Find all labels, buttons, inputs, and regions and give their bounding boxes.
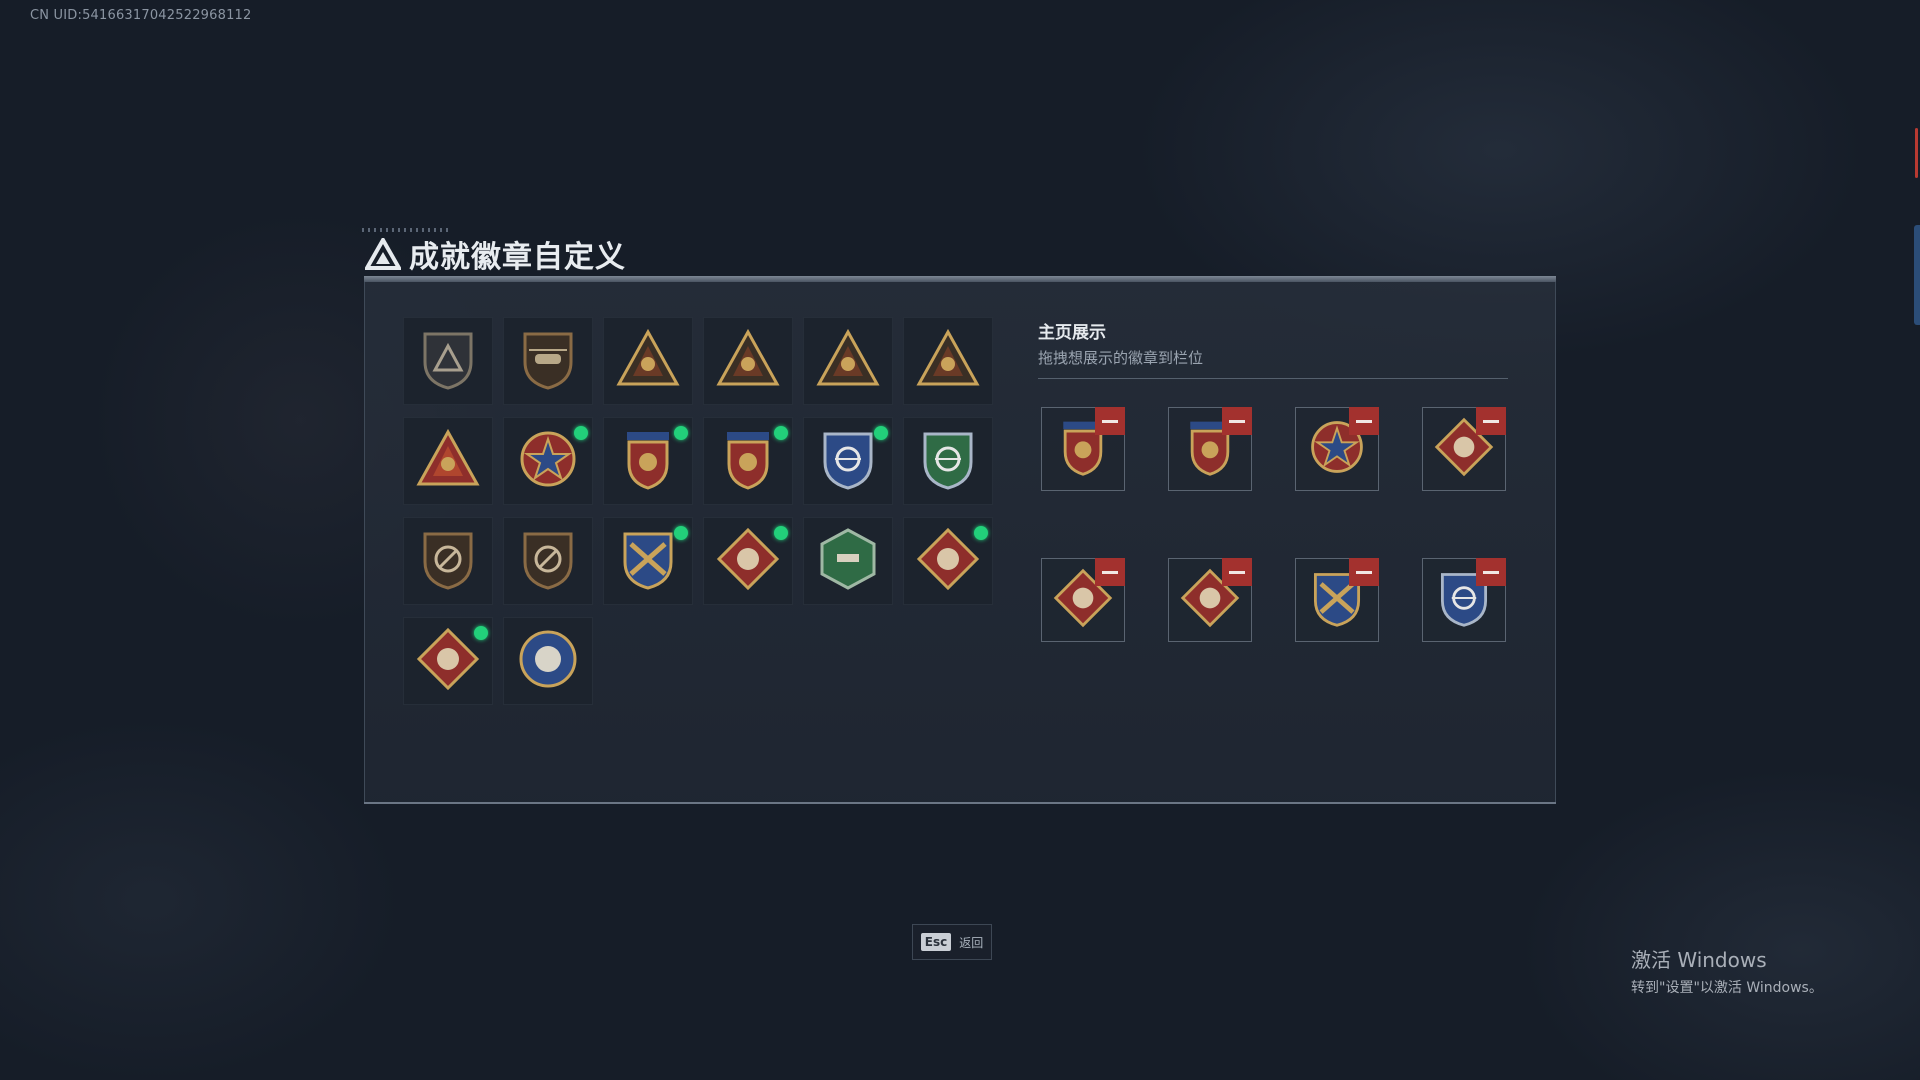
minus-icon	[1483, 419, 1499, 423]
badge-cell[interactable]	[803, 417, 893, 505]
helicopter-shield-badge-icon	[515, 326, 581, 396]
badge-cell[interactable]	[703, 517, 793, 605]
level-54-badge-icon	[715, 326, 781, 396]
blue-crosshair-shield-badge-icon	[815, 426, 881, 496]
showcase-subtitle: 拖拽想展示的徽章到栏位	[1038, 349, 1204, 367]
showcase-slot[interactable]	[1168, 558, 1252, 642]
side-indicator	[1914, 128, 1920, 184]
badge-cell[interactable]	[903, 517, 993, 605]
new-indicator-dot	[874, 426, 888, 440]
watermark-line-2: 转到"设置"以激活 Windows。	[1631, 980, 1823, 996]
remove-badge-button[interactable]	[1476, 558, 1506, 586]
red-crest-badge-icon	[615, 426, 681, 496]
badge-cell[interactable]	[503, 517, 593, 605]
badge-cell[interactable]	[903, 317, 993, 405]
badge-cell[interactable]	[503, 617, 593, 705]
showcase-slot[interactable]	[1295, 558, 1379, 642]
showcase-slot[interactable]	[1168, 407, 1252, 491]
badge-cell[interactable]	[703, 317, 793, 405]
showcase-slot[interactable]	[1041, 558, 1125, 642]
new-indicator-dot	[974, 526, 988, 540]
remove-badge-button[interactable]	[1222, 407, 1252, 435]
new-indicator-dot	[774, 426, 788, 440]
badge-cell[interactable]	[503, 417, 593, 505]
badge-cell[interactable]	[503, 317, 593, 405]
badge-cell[interactable]	[403, 417, 493, 505]
new-indicator-dot	[574, 426, 588, 440]
badge-cell[interactable]	[603, 517, 693, 605]
level-55-badge-icon	[815, 326, 881, 396]
showcase-slot[interactable]	[1295, 407, 1379, 491]
new-indicator-dot	[674, 526, 688, 540]
uid-label: CN UID:541663170425229681​12	[30, 8, 252, 23]
badge-collection-grid	[403, 317, 993, 705]
delta-shield-badge-icon	[415, 326, 481, 396]
page-title: 成就徽章自定义	[409, 240, 626, 275]
back-label: 返回	[959, 935, 984, 950]
wolf-diamond-badge-icon	[715, 526, 781, 596]
panel-top-border	[364, 276, 1556, 282]
minus-icon	[1102, 419, 1118, 423]
minus-icon	[1102, 570, 1118, 574]
minus-icon	[1356, 419, 1372, 423]
level-56-badge-icon	[915, 326, 981, 396]
homepage-showcase-header: 主页展示 拖拽想展示的徽章到栏位	[1038, 318, 1508, 379]
no-gun-shield-alt-badge-icon	[515, 526, 581, 596]
skull-triangle-badge-icon	[615, 326, 681, 396]
dragon-diamond-badge-icon	[915, 526, 981, 596]
panel-bottom-border	[364, 802, 1556, 804]
badge-cell[interactable]	[603, 417, 693, 505]
runner-diamond-badge-icon	[415, 626, 481, 696]
rank-1-triangle-badge-icon	[415, 426, 481, 496]
new-indicator-dot	[674, 426, 688, 440]
badge-cell[interactable]	[703, 417, 793, 505]
showcase-slot[interactable]	[1422, 558, 1506, 642]
remove-badge-button[interactable]	[1095, 407, 1125, 435]
remove-badge-button[interactable]	[1476, 407, 1506, 435]
showcase-slot[interactable]	[1422, 407, 1506, 491]
esc-key-hint: Esc	[920, 933, 952, 951]
red-crest-star-badge-icon	[715, 426, 781, 496]
showcase-slot-grid	[1041, 407, 1506, 642]
remove-badge-button[interactable]	[1095, 558, 1125, 586]
badge-cell[interactable]	[803, 317, 893, 405]
new-indicator-dot	[474, 626, 488, 640]
remove-badge-button[interactable]	[1349, 558, 1379, 586]
watermark-line-1: 激活 Windows	[1631, 948, 1767, 972]
windows-activation-watermark: 激活 Windows 转到"设置"以激活 Windows。	[1631, 944, 1823, 997]
showcase-divider	[1038, 378, 1508, 379]
green-hex-gun-badge-icon	[815, 526, 881, 596]
minus-icon	[1229, 570, 1245, 574]
minus-icon	[1483, 570, 1499, 574]
wolf-round-badge-icon	[515, 626, 581, 696]
badge-cell[interactable]	[403, 517, 493, 605]
showcase-slot[interactable]	[1041, 407, 1125, 491]
badge-cell[interactable]	[603, 317, 693, 405]
minus-icon	[1229, 419, 1245, 423]
back-button[interactable]: Esc 返回	[912, 924, 992, 960]
no-gun-shield-badge-icon	[415, 526, 481, 596]
badge-cell[interactable]	[403, 617, 493, 705]
remove-badge-button[interactable]	[1222, 558, 1252, 586]
badge-cell[interactable]	[903, 417, 993, 505]
minus-icon	[1356, 570, 1372, 574]
side-tab[interactable]	[1914, 225, 1920, 325]
badge-cell[interactable]	[403, 317, 493, 405]
badge-cell[interactable]	[803, 517, 893, 605]
remove-badge-button[interactable]	[1349, 407, 1379, 435]
page-header: 成就徽章自定义	[365, 232, 626, 276]
new-indicator-dot	[774, 526, 788, 540]
green-crosshair-shield-badge-icon	[915, 426, 981, 496]
delta-logo-icon	[365, 238, 401, 270]
gold-crossed-guns-badge-icon	[615, 526, 681, 596]
star-medal-badge-icon	[515, 426, 581, 496]
showcase-title: 主页展示	[1038, 323, 1106, 343]
